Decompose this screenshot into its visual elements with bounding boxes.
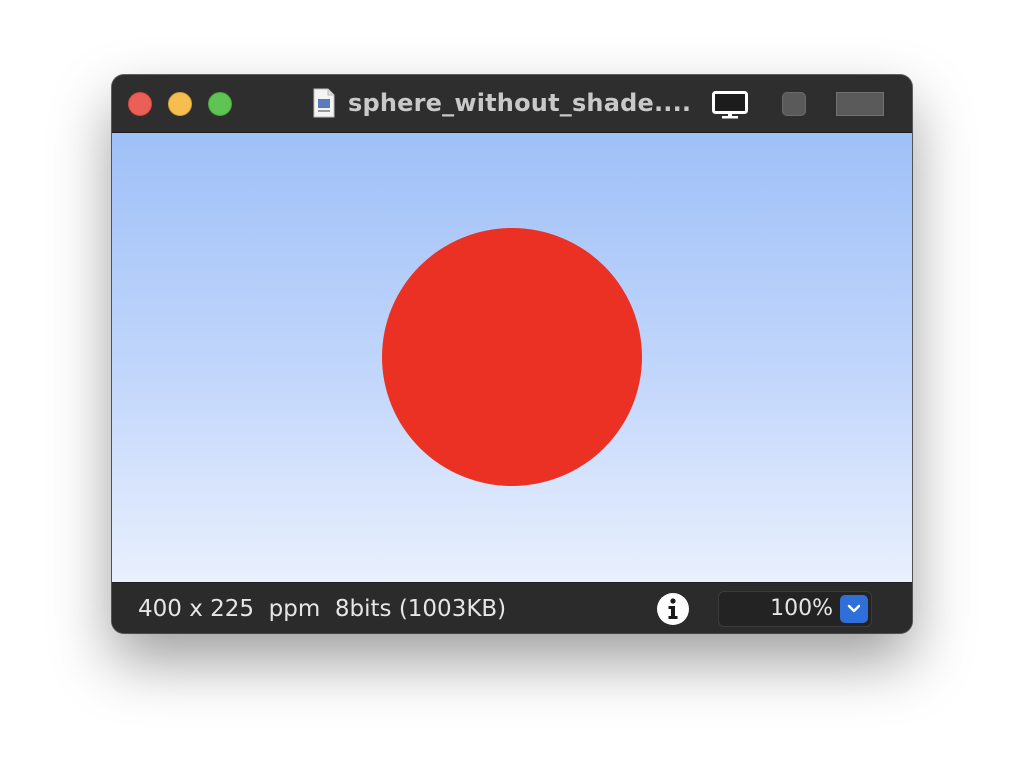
image-viewer-window: sphere_without_shade.... 400 x 225 ppm 8…: [112, 75, 912, 633]
document-icon[interactable]: [312, 88, 336, 118]
zoom-dropdown-button[interactable]: [840, 595, 868, 623]
monitor-icon[interactable]: [712, 91, 748, 119]
rectangle-icon[interactable]: [836, 92, 884, 116]
chevron-down-icon: [847, 604, 861, 613]
status-bar: 400 x 225 ppm 8bits (1003KB) 100%: [112, 582, 912, 633]
image-info-text: 400 x 225 ppm 8bits (1003KB): [138, 596, 507, 622]
red-sphere: [382, 228, 642, 486]
info-icon[interactable]: [656, 592, 690, 626]
zoom-select[interactable]: 100%: [718, 591, 872, 627]
minimize-button[interactable]: [168, 92, 192, 116]
zoom-value: 100%: [770, 596, 833, 621]
close-button[interactable]: [128, 92, 152, 116]
zoom-button[interactable]: [208, 92, 232, 116]
image-canvas: [112, 133, 912, 582]
square-icon[interactable]: [782, 92, 806, 116]
window-title: sphere_without_shade....: [348, 89, 692, 117]
title-bar[interactable]: sphere_without_shade....: [112, 75, 912, 133]
